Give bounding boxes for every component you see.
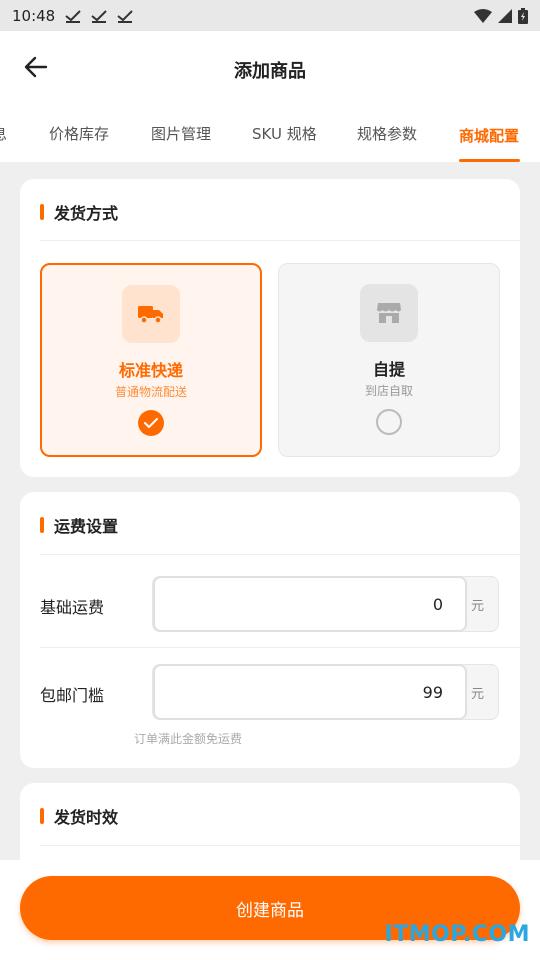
base-freight-unit: 元 (470, 599, 484, 614)
option-desc: 到店自取 (364, 384, 413, 398)
base-freight-field: 元 (152, 576, 499, 632)
freight-settings-card: 运费设置 基础运费 元 包邮门槛 元 订单满此金额免运费 (20, 492, 520, 768)
app-header: 添加商品 (0, 31, 540, 105)
free-shipping-field: 元 (152, 664, 499, 720)
divider (40, 845, 520, 846)
title-accent-bar (40, 808, 44, 824)
wifi-icon (474, 8, 492, 23)
signal-icon (498, 8, 512, 23)
option-name: 自提 (372, 360, 405, 379)
store-icon (377, 303, 401, 323)
check-icon (144, 418, 158, 428)
free-shipping-unit: 元 (470, 687, 484, 702)
option-name: 标准快递 (118, 361, 183, 380)
divider (40, 647, 520, 648)
battery-icon (518, 7, 528, 24)
delivery-time-title: 发货时效 (54, 808, 119, 827)
unselected-radio (376, 409, 402, 435)
base-freight-input[interactable] (153, 576, 467, 632)
divider (40, 554, 520, 555)
divider (40, 240, 520, 241)
section-title: 发货方式 (40, 197, 118, 227)
tab-sku-spec[interactable]: SKU 规格 (252, 105, 317, 162)
shipping-option-pickup[interactable]: 自提 到店自取 (278, 263, 500, 457)
truck-icon-wrap (122, 285, 180, 343)
page-title: 添加商品 (234, 61, 306, 82)
free-shipping-hint: 订单满此金额免运费 (134, 732, 243, 746)
free-shipping-threshold-input[interactable] (153, 664, 467, 720)
check-notification-icon (65, 9, 81, 23)
section-title: 发货时效 (40, 801, 118, 831)
status-bar: 10:48 (0, 0, 540, 31)
delivery-time-card: 发货时效 (20, 783, 520, 860)
base-freight-label: 基础运费 (40, 598, 105, 617)
watermark-logo: ITMOP.COM (384, 922, 530, 947)
tab-bar: 息 价格库存 图片管理 SKU 规格 规格参数 商城配置 (0, 105, 540, 162)
tab-basic-info[interactable]: 息 (0, 105, 7, 162)
tab-price-stock[interactable]: 价格库存 (49, 105, 109, 162)
title-accent-bar (40, 517, 44, 533)
tab-mall-config[interactable]: 商城配置 (459, 107, 519, 162)
shipping-option-express[interactable]: 标准快递 普通物流配送 (40, 263, 262, 457)
shipping-method-card: 发货方式 标准快递 普通物流配送 自提 到店自取 (20, 179, 520, 477)
section-title: 运费设置 (40, 510, 118, 540)
selected-check (138, 410, 164, 436)
truck-icon (138, 306, 163, 324)
title-accent-bar (40, 204, 44, 220)
content-area: 发货方式 标准快递 普通物流配送 自提 到店自取 运费设置 基础运费 0 元 包… (0, 162, 540, 860)
free-shipping-label: 包邮门槛 (40, 686, 105, 705)
freight-title: 运费设置 (54, 517, 119, 536)
store-icon-wrap (360, 284, 418, 342)
option-desc: 普通物流配送 (114, 385, 187, 399)
shipping-method-title: 发货方式 (54, 204, 119, 223)
check-notification-icon (117, 9, 133, 23)
check-notification-icon (91, 9, 107, 23)
status-time: 10:48 (12, 6, 56, 25)
tab-spec-params[interactable]: 规格参数 (357, 105, 417, 162)
tab-image-manage[interactable]: 图片管理 (151, 105, 211, 162)
